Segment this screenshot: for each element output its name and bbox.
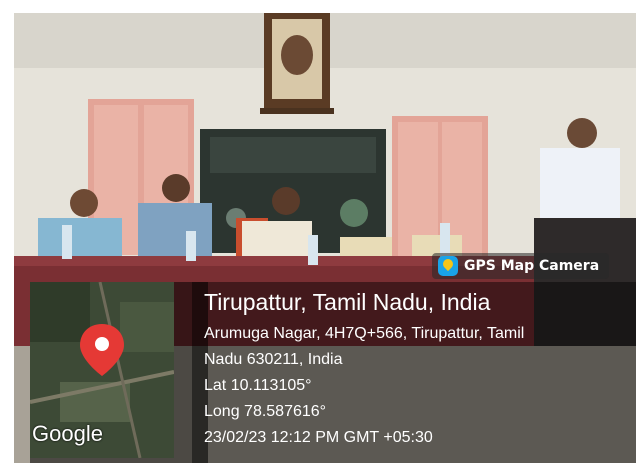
badge-label: GPS Map Camera [464,258,600,274]
address-line-2: Nadu 630211, India [204,351,343,368]
gps-camera-badge: GPS Map Camera [432,253,610,279]
location-title: Tirupattur, Tamil Nadu, India [204,289,491,315]
gps-map-camera-icon [438,256,458,276]
longitude: Long 78.587616° [204,403,327,420]
gps-overlay: GPS Map Camera Google Tirupattur, Tamil … [14,248,636,463]
latitude: Lat 10.113105° [204,377,312,394]
address-line-1: Arumuga Nagar, 4H7Q+566, Tirupattur, Tam… [204,325,525,342]
map-provider-logo: Google [32,421,103,446]
datetime: 23/02/23 12:12 PM GMT +05:30 [204,429,433,446]
